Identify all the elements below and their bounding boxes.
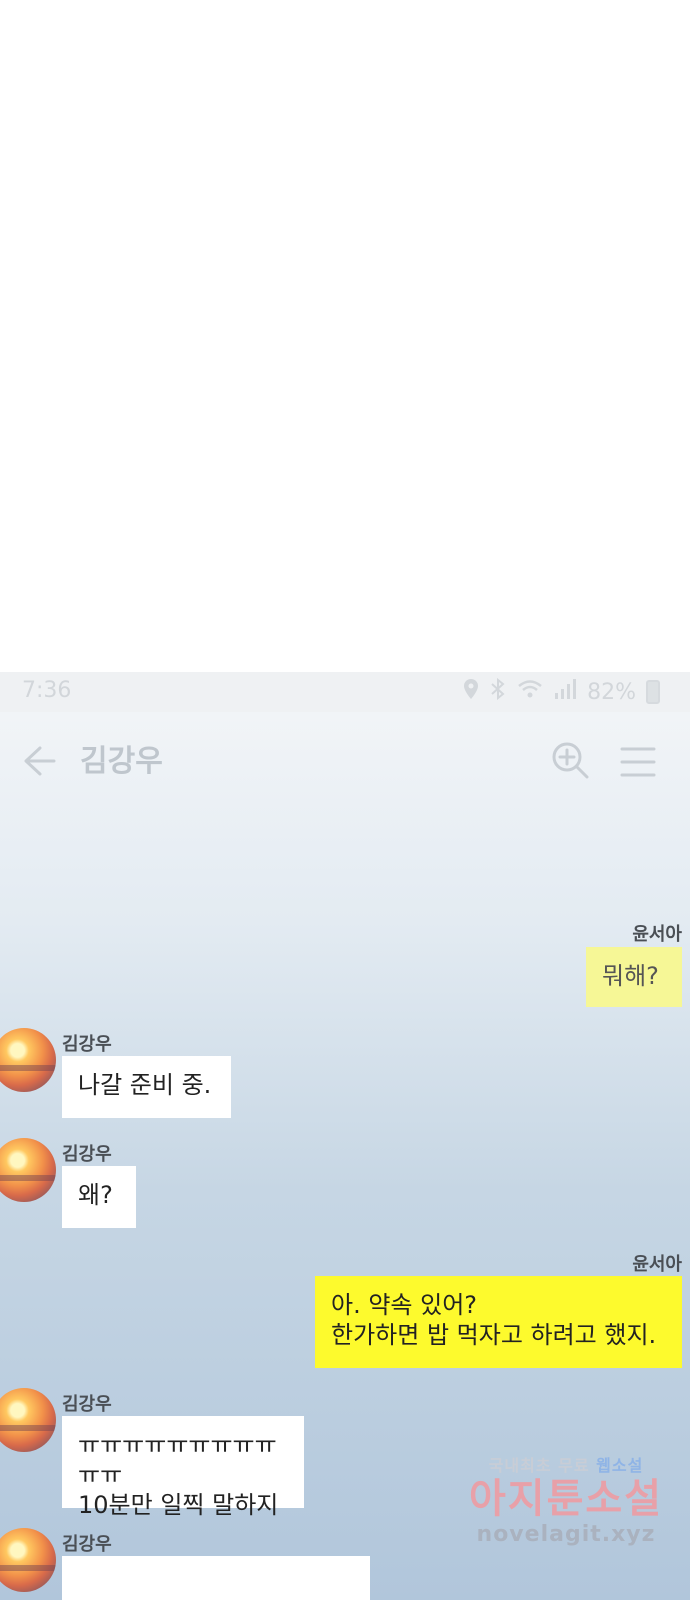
sender-name: 김강우 [62,1144,112,1165]
avatar[interactable] [0,1028,56,1092]
wifi-icon [517,679,543,705]
message-text: 나갈 준비 중. [78,1071,212,1099]
status-bar: 7:36 82% [0,672,690,712]
back-arrow-icon[interactable] [22,744,56,778]
message-text: 아. 약속 있어? [331,1291,478,1319]
my-message-bubble[interactable]: 아. 약속 있어? 한가하면 밥 먹자고 하려고 했지. [315,1276,682,1368]
avatar[interactable] [0,1138,56,1202]
my-message-bubble[interactable]: 뭐해? [586,947,682,1007]
avatar[interactable] [0,1528,56,1592]
message-text: 10분만 일찍 말하지 [78,1491,279,1519]
blank-area [0,0,690,672]
bluetooth-icon [489,677,507,706]
sender-name: 윤서아 [632,1254,682,1275]
search-zoom-icon[interactable] [550,740,590,780]
avatar[interactable] [0,1388,56,1452]
sender-name: 김강우 [62,1534,112,1555]
their-message-bubble[interactable]: ㅠㅠㅠㅠㅠㅠㅠㅠㅠㅠㅠ 10분만 일찍 말하지 [62,1416,304,1519]
their-message-bubble[interactable]: 왜? [62,1166,136,1228]
location-icon [463,678,479,706]
status-time: 7:36 [22,678,72,703]
message-text: 왜? [78,1181,113,1209]
status-icons: 82% [463,677,660,706]
sender-name: 윤서아 [632,924,682,945]
chat-screen: 7:36 82% 김강우 윤서아 뭐해? 김강우 나갈 준비 중. 김강우 왜?… [0,672,690,1600]
watermark-url: novelagit.xyz [476,1522,656,1547]
signal-icon [553,679,577,705]
sender-name: 김강우 [62,1394,112,1415]
battery-icon [646,680,660,704]
watermark-logo: 아지툰소설 [469,1476,663,1522]
chat-title: 김강우 [80,744,163,779]
chat-header: 김강우 [0,712,690,808]
their-message-bubble[interactable]: 나갈 준비 중. [62,1056,231,1118]
message-text: ㅠㅠㅠㅠㅠㅠㅠㅠㅠㅠㅠ [78,1431,277,1489]
sender-name: 김강우 [62,1034,112,1055]
their-message-bubble[interactable] [62,1556,370,1600]
watermark-tagline: 국내최초 무료 웹소설 [488,1456,644,1475]
message-text: 뭐해? [602,962,659,990]
menu-icon[interactable] [620,746,656,778]
battery-percent: 82% [587,679,636,705]
watermark: 국내최초 무료 웹소설 아지툰소설 novelagit.xyz [466,1452,666,1547]
message-text: 한가하면 밥 먹자고 하려고 했지. [331,1321,657,1349]
